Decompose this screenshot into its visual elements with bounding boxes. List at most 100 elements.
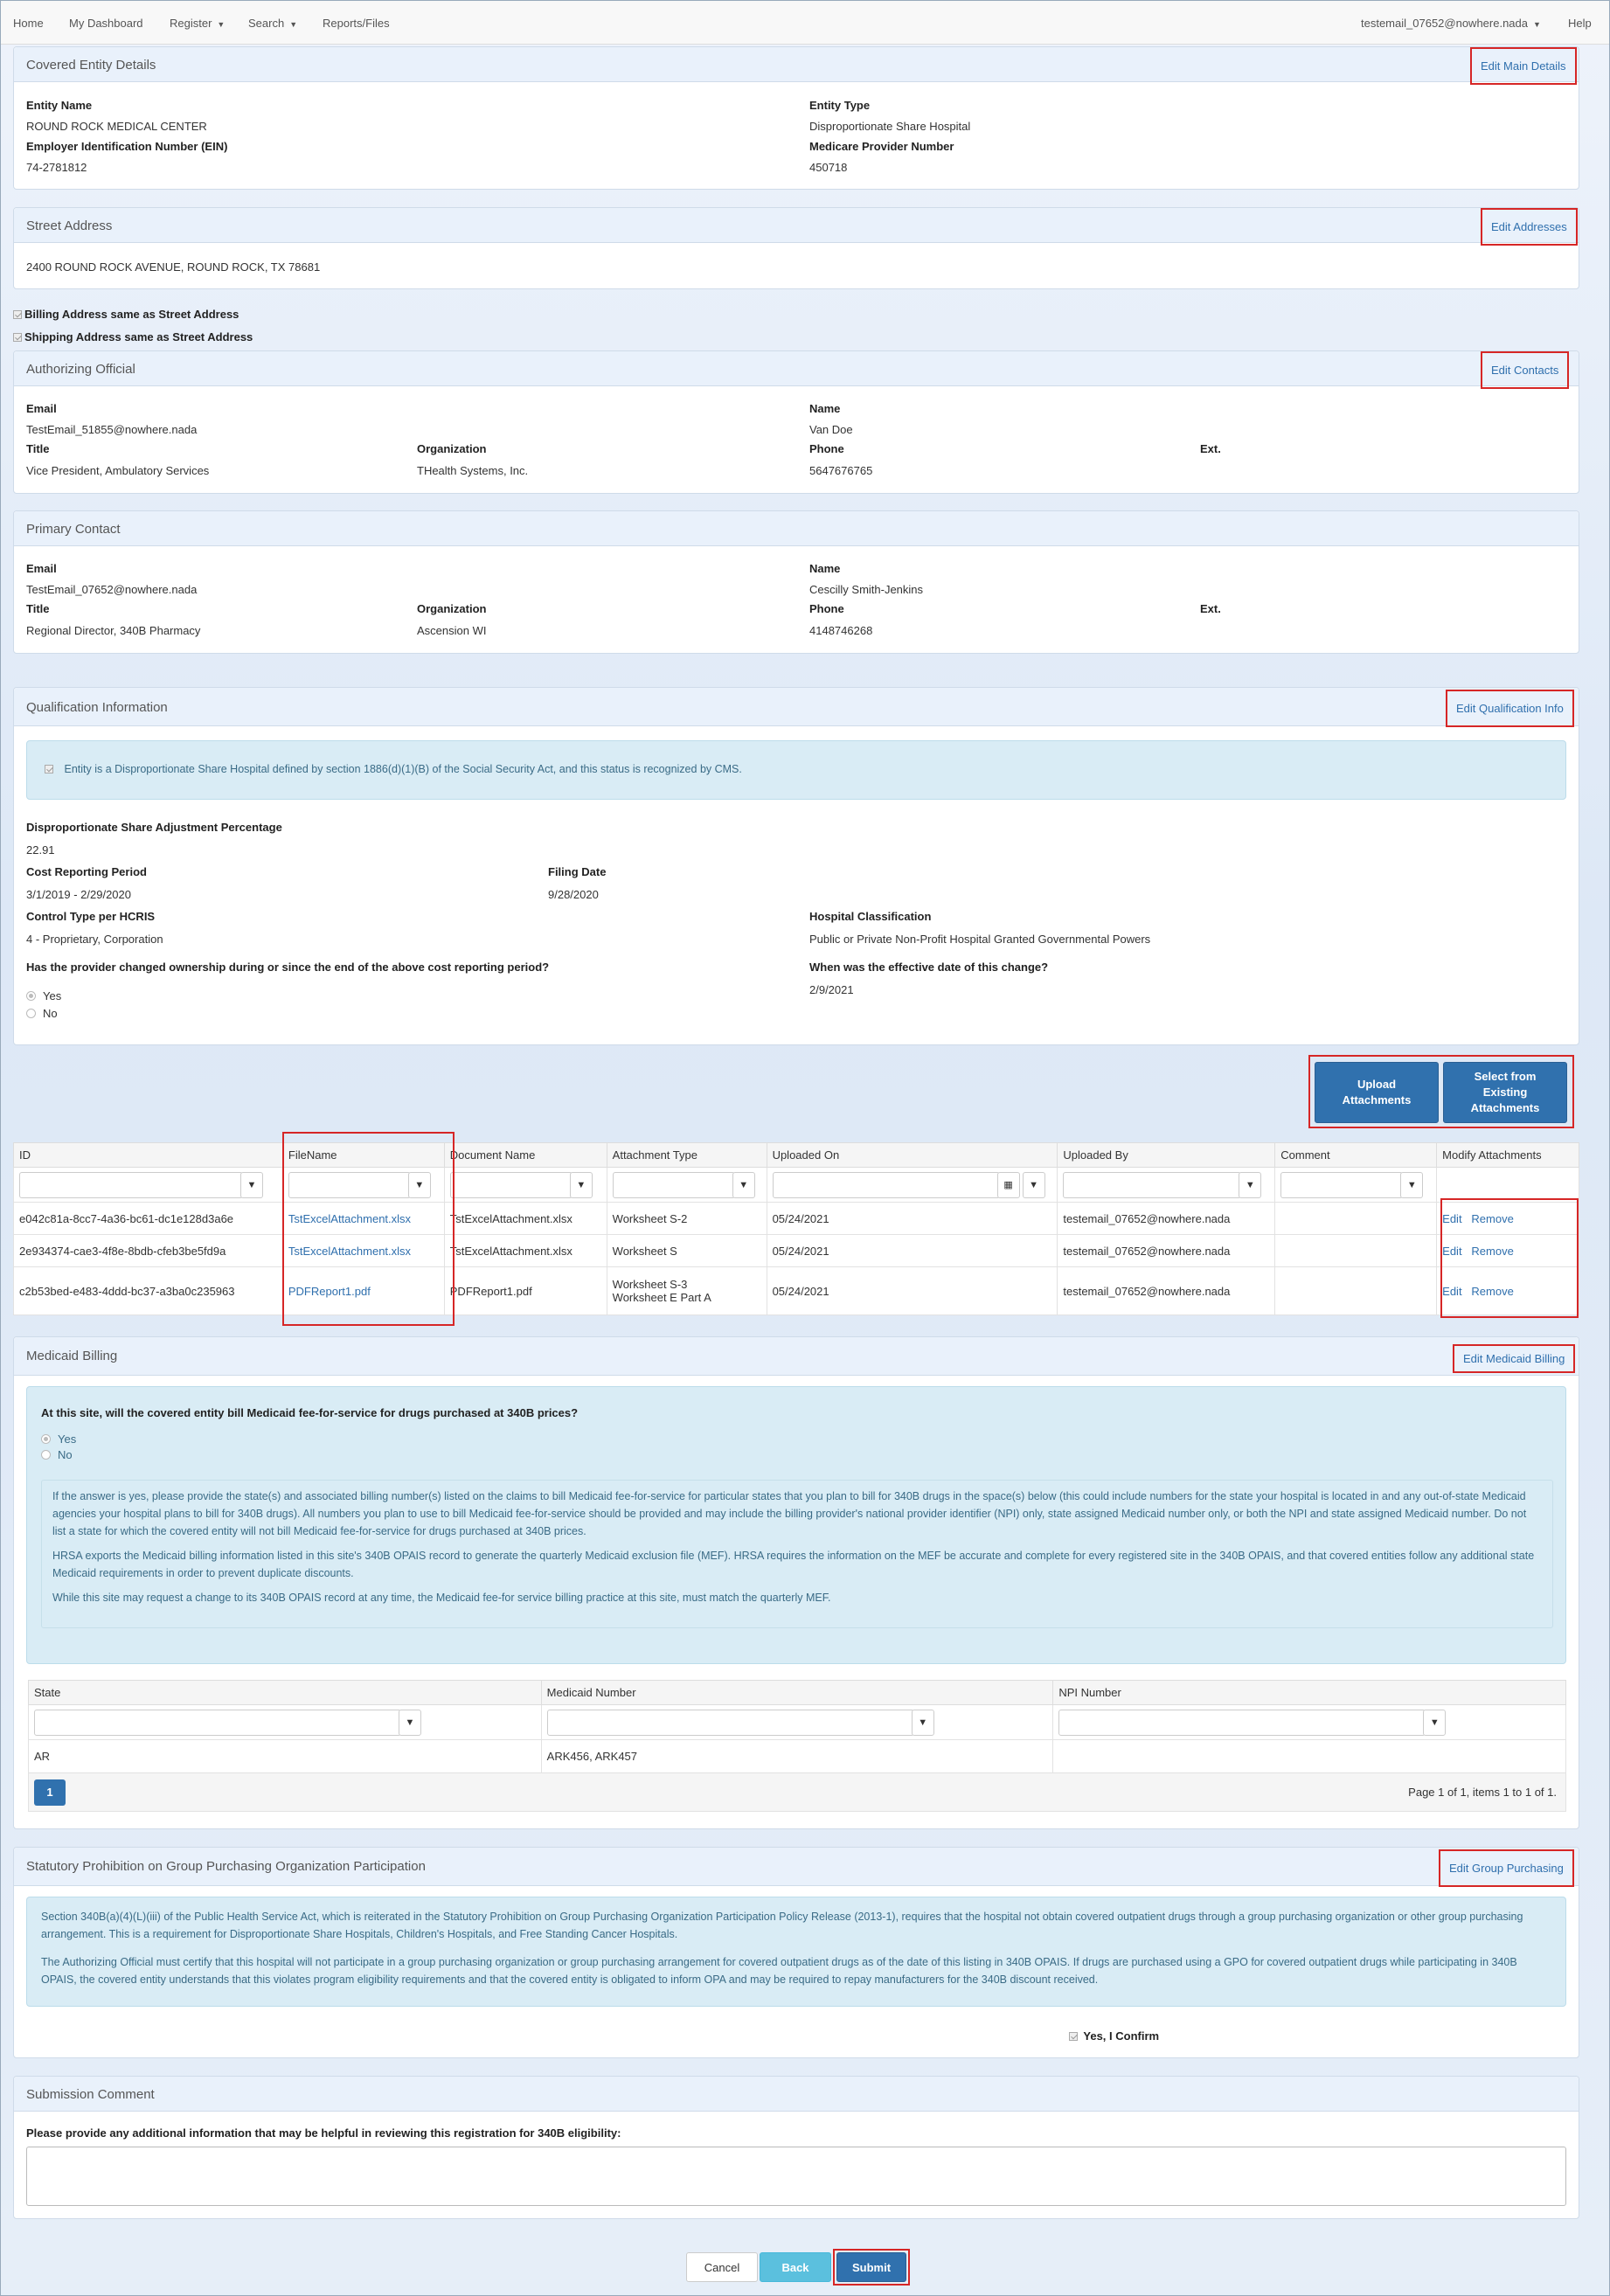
crp-value: 3/1/2019 - 2/29/2020 <box>26 888 131 901</box>
comment-filter-input[interactable] <box>1280 1171 1404 1198</box>
page-1-button[interactable]: 1 <box>34 1779 66 1806</box>
funnel-icon[interactable]: ▼ <box>1400 1171 1424 1198</box>
medicaid-yes-radio[interactable]: Yes <box>41 1431 76 1448</box>
remove-attachment-link[interactable]: Remove <box>1471 1285 1513 1298</box>
remove-attachment-link[interactable]: Remove <box>1471 1245 1513 1258</box>
edit-attachment-link[interactable]: Edit <box>1442 1285 1461 1298</box>
file-link[interactable]: PDFReport1.pdf <box>288 1285 371 1298</box>
pc-org-value: Ascension WI <box>417 624 487 637</box>
col-header-medicaid-number[interactable]: Medicaid Number <box>540 1680 1054 1705</box>
table-header-row: State Medicaid Number NPI Number <box>28 1680 1566 1705</box>
back-button[interactable]: Back <box>760 2252 831 2282</box>
col-header-document-name[interactable]: Document Name <box>443 1142 607 1168</box>
nav-search[interactable]: Search ▼ <box>248 17 297 30</box>
col-header-filename[interactable]: FileName <box>281 1142 445 1168</box>
type-filter-input[interactable] <box>612 1171 735 1198</box>
pc-email-label: Email <box>26 562 57 575</box>
funnel-icon[interactable]: ▼ <box>1239 1171 1262 1198</box>
effective-value: 2/9/2021 <box>809 983 854 996</box>
dsa-label: Disproportionate Share Adjustment Percen… <box>26 821 282 834</box>
primary-contact-panel: Primary Contact Email TestEmail_07652@no… <box>13 510 1579 654</box>
cell-docname: TstExcelAttachment.xlsx <box>443 1234 607 1267</box>
cell-state: AR <box>28 1739 542 1773</box>
funnel-icon[interactable]: ▼ <box>1423 1709 1447 1736</box>
nav-user-menu[interactable]: testemail_07652@nowhere.nada ▼ <box>1361 17 1541 30</box>
calendar-icon[interactable]: ▦ <box>996 1171 1020 1198</box>
col-header-npi[interactable]: NPI Number <box>1052 1680 1566 1705</box>
cell-npi <box>1052 1739 1566 1773</box>
panel-header: Medicaid Billing Edit Medicaid Billing <box>14 1337 1579 1376</box>
cell-filename: PDFReport1.pdf <box>281 1266 445 1315</box>
medicaid-no-radio[interactable]: No <box>41 1446 73 1464</box>
cell-id: e042c81a-8cc7-4a36-bc61-dc1e128d3a6e <box>13 1202 283 1235</box>
col-header-state[interactable]: State <box>28 1680 542 1705</box>
ownership-no-radio[interactable]: No <box>26 1007 58 1020</box>
panel-title: Primary Contact <box>26 522 121 537</box>
ownership-yes-radio[interactable]: Yes <box>26 989 61 1002</box>
upload-attachments-button[interactable]: Upload Attachments <box>1315 1062 1439 1123</box>
col-header-uploaded-on[interactable]: Uploaded On <box>766 1142 1058 1168</box>
cell-comment <box>1274 1266 1438 1315</box>
edit-attachment-link[interactable]: Edit <box>1442 1245 1461 1258</box>
select-existing-attachments-button[interactable]: Select from Existing Attachments <box>1443 1062 1567 1123</box>
file-link[interactable]: TstExcelAttachment.xlsx <box>288 1245 411 1258</box>
uploaded-by-filter-input[interactable] <box>1063 1171 1242 1198</box>
type-line: Worksheet S-3 <box>612 1278 688 1291</box>
authorizing-official-panel: Authorizing Official Edit Contacts Email… <box>13 350 1579 494</box>
state-filter-input[interactable] <box>34 1709 401 1736</box>
edit-medicaid-link[interactable]: Edit Medicaid Billing <box>1453 1344 1576 1373</box>
funnel-icon[interactable]: ▼ <box>732 1171 755 1198</box>
medicaid-number-filter-input[interactable] <box>546 1709 914 1736</box>
medicaid-guidance-p2: HRSA exports the Medicaid billing inform… <box>52 1550 1535 1579</box>
edit-main-details-link[interactable]: Edit Main Details <box>1470 47 1577 85</box>
nav-help[interactable]: Help <box>1568 17 1592 30</box>
medicaid-info-box: At this site, will the covered entity bi… <box>26 1386 1566 1664</box>
col-header-id[interactable]: ID <box>13 1142 283 1168</box>
submission-comment-textarea[interactable] <box>26 2147 1566 2206</box>
funnel-icon[interactable]: ▼ <box>569 1171 593 1198</box>
col-header-attachment-type[interactable]: Attachment Type <box>606 1142 767 1168</box>
shipping-same-checkbox[interactable]: Shipping Address same as Street Address <box>13 330 253 343</box>
edit-addresses-link[interactable]: Edit Addresses <box>1481 208 1578 246</box>
npi-filter-input[interactable] <box>1058 1709 1426 1736</box>
ao-ext-label: Ext. <box>1200 442 1221 455</box>
edit-contacts-link[interactable]: Edit Contacts <box>1481 351 1570 389</box>
funnel-icon[interactable]: ▼ <box>399 1709 421 1736</box>
select-existing-label: Select from Existing Attachments <box>1470 1070 1540 1114</box>
ein-label: Employer Identification Number (EIN) <box>26 140 228 153</box>
docname-filter-input[interactable] <box>449 1171 573 1198</box>
cell-uploaded-on: 05/24/2021 <box>766 1234 1058 1267</box>
id-filter-input[interactable] <box>19 1171 243 1198</box>
nav-home[interactable]: Home <box>13 17 44 30</box>
uploaded-on-filter-input[interactable] <box>772 1171 1000 1198</box>
col-header-comment[interactable]: Comment <box>1274 1142 1438 1168</box>
caret-down-icon: ▼ <box>217 20 226 29</box>
medicaid-guidance-p3: While this site may request a change to … <box>52 1592 831 1604</box>
funnel-icon[interactable]: ▼ <box>1022 1171 1045 1198</box>
gpo-confirm-checkbox[interactable]: Yes, I Confirm <box>1069 2029 1159 2043</box>
remove-attachment-link[interactable]: Remove <box>1471 1212 1513 1225</box>
checkbox-checked-icon <box>13 333 22 342</box>
filename-filter-input[interactable] <box>288 1171 411 1198</box>
submit-button[interactable]: Submit <box>836 2252 906 2282</box>
attachments-table: ID FileName Document Name Attachment Typ… <box>13 1142 1579 1315</box>
street-address-value: 2400 ROUND ROCK AVENUE, ROUND ROCK, TX 7… <box>26 260 321 274</box>
funnel-icon[interactable]: ▼ <box>240 1171 263 1198</box>
edit-qualification-link[interactable]: Edit Qualification Info <box>1446 690 1574 727</box>
nav-register[interactable]: Register ▼ <box>170 17 225 30</box>
billing-same-checkbox[interactable]: Billing Address same as Street Address <box>13 308 239 321</box>
panel-title: Qualification Information <box>26 700 168 715</box>
filter-cell: ▼ <box>281 1167 445 1203</box>
edit-group-purchasing-link[interactable]: Edit Group Purchasing <box>1439 1849 1574 1887</box>
checkbox-checked-icon <box>13 310 22 319</box>
pc-title-label: Title <box>26 602 50 615</box>
street-address-panel: Street Address Edit Addresses 2400 ROUND… <box>13 207 1579 289</box>
file-link[interactable]: TstExcelAttachment.xlsx <box>288 1212 411 1225</box>
cancel-button[interactable]: Cancel <box>686 2252 758 2282</box>
funnel-icon[interactable]: ▼ <box>911 1709 934 1736</box>
nav-dashboard[interactable]: My Dashboard <box>69 17 143 30</box>
edit-attachment-link[interactable]: Edit <box>1442 1212 1461 1225</box>
col-header-uploaded-by[interactable]: Uploaded By <box>1057 1142 1276 1168</box>
nav-reports[interactable]: Reports/Files <box>323 17 390 30</box>
funnel-icon[interactable]: ▼ <box>407 1171 431 1198</box>
